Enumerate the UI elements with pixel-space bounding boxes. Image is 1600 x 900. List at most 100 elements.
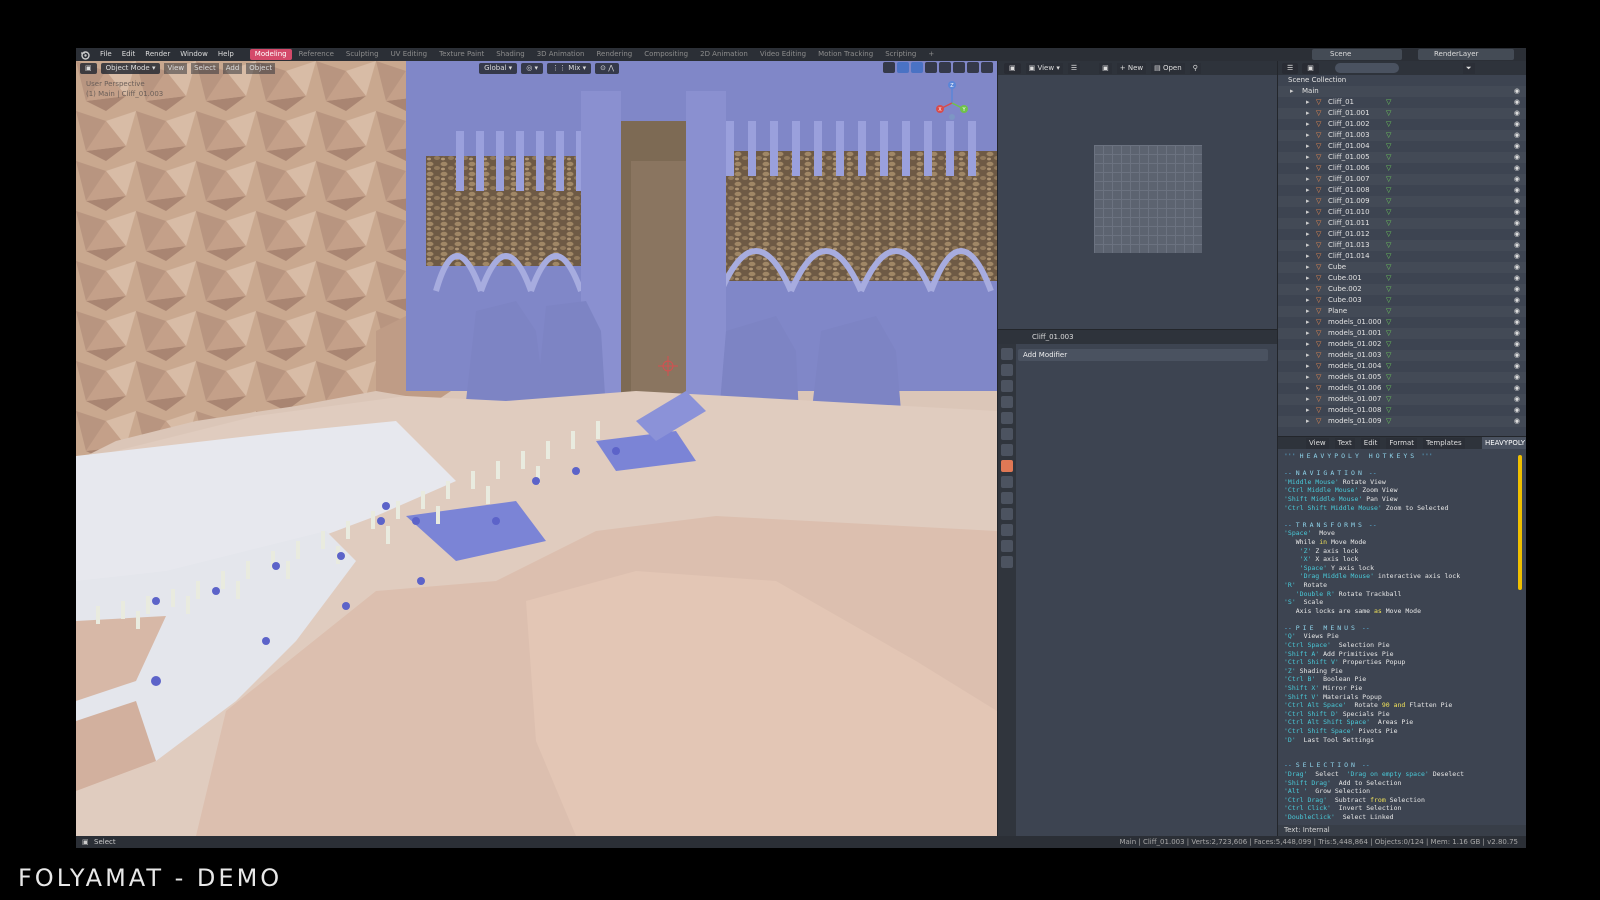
text-editor-content[interactable]: ''' HEAVYPOLY HOTKEYS ''' -- NAVIGATION -… (1284, 452, 1490, 822)
visibility-eye-icon[interactable]: ◉ (1514, 141, 1520, 152)
expand-arrow-icon[interactable]: ▸ (1306, 328, 1310, 339)
scene-tab-icon[interactable] (1001, 412, 1013, 424)
outliner-item[interactable]: ▸ ▽ Cliff_01.004 ▽ ◉ (1278, 141, 1526, 152)
render-tab-icon[interactable] (1001, 364, 1013, 376)
outliner-item[interactable]: ▸ ▽ Cliff_01.001 ▽ ◉ (1278, 108, 1526, 119)
text-scrollbar[interactable] (1518, 455, 1522, 590)
outliner-item[interactable]: ▸ ▽ models_01.004 ▽ ◉ (1278, 361, 1526, 372)
expand-arrow-icon[interactable]: ▸ (1306, 119, 1310, 130)
visibility-eye-icon[interactable]: ◉ (1514, 119, 1520, 130)
expand-arrow-icon[interactable]: ▸ (1306, 229, 1310, 240)
outliner-item[interactable]: ▸ ▽ Cliff_01.013 ▽ ◉ (1278, 240, 1526, 251)
visibility-eye-icon[interactable]: ◉ (1514, 328, 1520, 339)
visibility-eye-icon[interactable]: ◉ (1514, 372, 1520, 383)
mesh-data-icon[interactable]: ▽ (1386, 185, 1391, 196)
tab-modeling[interactable]: Modeling (249, 49, 292, 60)
mesh-data-icon[interactable]: ▽ (1386, 306, 1391, 317)
visibility-eye-icon[interactable]: ◉ (1514, 97, 1520, 108)
outliner-item[interactable]: ▸ ▽ models_01.002 ▽ ◉ (1278, 339, 1526, 350)
image-editor-type-button[interactable]: ▣ (1004, 62, 1021, 74)
visibility-eye-icon[interactable]: ◉ (1514, 207, 1520, 218)
visibility-eye-icon[interactable]: ◉ (1514, 339, 1520, 350)
menu-file[interactable]: File (96, 48, 116, 61)
outliner-item[interactable]: ▸ ▽ models_01.000 ▽ ◉ (1278, 317, 1526, 328)
visibility-icon[interactable] (883, 62, 895, 73)
mesh-data-icon[interactable]: ▽ (1386, 229, 1391, 240)
proportional-editing-button[interactable]: ⊙ ⋀ (595, 62, 620, 74)
expand-arrow-icon[interactable]: ▸ (1306, 262, 1310, 273)
tab-compositing[interactable]: Compositing (639, 49, 693, 60)
modifier-tab-icon[interactable] (1001, 460, 1013, 472)
outliner-item[interactable]: ▸ ▽ models_01.006 ▽ ◉ (1278, 383, 1526, 394)
new-image-button[interactable]: + New (1116, 62, 1147, 74)
expand-arrow-icon[interactable]: ▸ (1306, 372, 1310, 383)
visibility-eye-icon[interactable]: ◉ (1514, 240, 1520, 251)
outliner-item[interactable]: ▸ ▽ Cliff_01 ▽ ◉ (1278, 97, 1526, 108)
outliner-item[interactable]: ▸ ▽ models_01.005 ▽ ◉ (1278, 372, 1526, 383)
tab-3d-animation[interactable]: 3D Animation (532, 49, 590, 60)
mesh-data-icon[interactable]: ▽ (1386, 108, 1391, 119)
shading-material-icon[interactable] (967, 62, 979, 73)
outliner-item[interactable]: ▸ ▽ Cube.002 ▽ ◉ (1278, 284, 1526, 295)
mesh-data-icon[interactable]: ▽ (1386, 339, 1391, 350)
expand-arrow-icon[interactable]: ▸ (1306, 97, 1310, 108)
menu-window[interactable]: Window (176, 48, 212, 61)
visibility-eye-icon[interactable]: ◉ (1514, 284, 1520, 295)
world-tab-icon[interactable] (1001, 428, 1013, 440)
viewport-menu-add[interactable]: Add (222, 62, 243, 74)
text-menu-format[interactable]: Format (1386, 437, 1418, 449)
tool-tab-icon[interactable] (1001, 348, 1013, 360)
visibility-eye-icon[interactable]: ◉ (1514, 262, 1520, 273)
expand-arrow-icon[interactable]: ▸ (1306, 273, 1310, 284)
visibility-eye-icon[interactable]: ◉ (1514, 152, 1520, 163)
outliner-item[interactable]: ▸ ▽ Cliff_01.007 ▽ ◉ (1278, 174, 1526, 185)
viewport-menu-view[interactable]: View (164, 62, 188, 74)
outliner-item[interactable]: ▸ ▽ models_01.007 ▽ ◉ (1278, 394, 1526, 405)
visibility-eye-icon[interactable]: ◉ (1514, 317, 1520, 328)
expand-arrow-icon[interactable]: ▸ (1306, 240, 1310, 251)
data-tab-icon[interactable] (1001, 524, 1013, 536)
text-document-selector[interactable]: HEAVYPOLY (1482, 437, 1526, 449)
constraints-tab-icon[interactable] (1001, 508, 1013, 520)
expand-arrow-icon[interactable]: ▸ (1290, 86, 1294, 97)
physics-tab-icon[interactable] (1001, 492, 1013, 504)
transform-orientation-dropdown[interactable]: Global ▾ (479, 62, 518, 74)
mesh-data-icon[interactable]: ▽ (1386, 218, 1391, 229)
mesh-data-icon[interactable]: ▽ (1386, 196, 1391, 207)
expand-arrow-icon[interactable]: ▸ (1306, 317, 1310, 328)
text-editor[interactable]: View Text Edit Format Templates HEAVYPOL… (1277, 436, 1526, 836)
pin-icon[interactable]: ⚲ (1189, 62, 1201, 74)
mesh-data-icon[interactable]: ▽ (1386, 251, 1391, 262)
mesh-data-icon[interactable]: ▽ (1386, 317, 1391, 328)
outliner-collection-main[interactable]: ▸ Main ◉ (1278, 86, 1526, 97)
expand-arrow-icon[interactable]: ▸ (1306, 350, 1310, 361)
xray-icon[interactable] (925, 62, 937, 73)
outliner-item[interactable]: ▸ ▽ Cube ▽ ◉ (1278, 262, 1526, 273)
3d-viewport[interactable]: ▣ Object Mode ▾ View Select Add Object G… (76, 61, 997, 836)
view-layer-tab-icon[interactable] (1001, 396, 1013, 408)
expand-arrow-icon[interactable]: ▸ (1306, 218, 1310, 229)
expand-arrow-icon[interactable]: ▸ (1306, 185, 1310, 196)
object-tab-icon[interactable] (1001, 444, 1013, 456)
visibility-eye-icon[interactable]: ◉ (1514, 394, 1520, 405)
shading-rendered-icon[interactable] (981, 62, 993, 73)
text-menu-view[interactable]: View (1306, 437, 1329, 449)
visibility-eye-icon[interactable]: ◉ (1514, 295, 1520, 306)
outliner-item[interactable]: ▸ ▽ models_01.003 ▽ ◉ (1278, 350, 1526, 361)
outliner-item[interactable]: ▸ ▽ Cliff_01.012 ▽ ◉ (1278, 229, 1526, 240)
tab-uv-editing[interactable]: UV Editing (386, 49, 433, 60)
menu-help[interactable]: Help (214, 48, 238, 61)
mesh-data-icon[interactable]: ▽ (1386, 372, 1391, 383)
tab-reference[interactable]: Reference (294, 49, 339, 60)
overlay-toggle-icon[interactable] (911, 62, 923, 73)
visibility-eye-icon[interactable]: ◉ (1514, 273, 1520, 284)
output-tab-icon[interactable] (1001, 380, 1013, 392)
navigation-gizmo[interactable]: Z X Y (932, 79, 972, 123)
blender-logo-icon[interactable] (80, 50, 90, 60)
mesh-data-icon[interactable]: ▽ (1386, 295, 1391, 306)
outliner-scene-collection[interactable]: Scene Collection (1278, 75, 1526, 86)
expand-arrow-icon[interactable]: ▸ (1306, 394, 1310, 405)
outliner-type-button[interactable]: ☰ (1282, 62, 1299, 74)
viewport-menu-object[interactable]: Object (246, 62, 276, 74)
object-mode-dropdown[interactable]: Object Mode ▾ (100, 62, 161, 74)
